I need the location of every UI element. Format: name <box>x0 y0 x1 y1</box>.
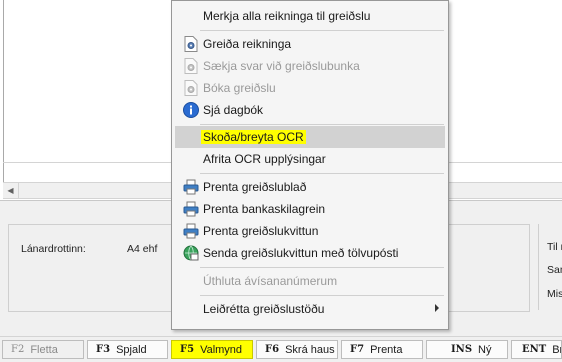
button-label: Fletta <box>30 343 58 356</box>
scroll-left-arrow-icon[interactable]: ◀ <box>3 183 19 198</box>
info-icon <box>183 102 199 118</box>
menu-item-label: Sækja svar við greiðslubunka <box>203 59 360 73</box>
key-label: F2 <box>11 344 25 355</box>
button-label: Valmynd <box>200 343 243 356</box>
menu-item-view-journal[interactable]: Sjá dagbók <box>175 99 445 121</box>
function-key-bar: F2 Fletta F3 Spjald F5 Valmynd F6 Skrá h… <box>0 336 562 362</box>
menu-item-assign-check-numbers[interactable]: Úthluta ávísananúmerum <box>175 270 445 292</box>
key-label: F6 <box>265 344 280 355</box>
key-label: INS <box>451 344 473 355</box>
menu-item-mark-all[interactable]: Merkja alla reikninga til greiðslu <box>175 5 445 27</box>
f3-spjald-button[interactable]: F3 Spjald <box>87 340 168 359</box>
button-label: Skrá haus <box>285 343 335 356</box>
ins-ny-button[interactable]: INS Ný <box>426 340 508 359</box>
menu-separator <box>200 295 444 296</box>
key-label: F7 <box>350 344 365 355</box>
menu-item-label: Merkja alla reikninga til greiðslu <box>203 9 371 23</box>
menu-item-correct-payment-status[interactable]: Leiðrétta greiðslustöðu <box>175 298 445 320</box>
button-label: Ný <box>478 343 492 356</box>
menu-item-print-payment-sheet[interactable]: Prenta greiðslublað <box>175 176 445 198</box>
summary-label-3: Mis <box>547 288 562 300</box>
menu-separator <box>200 267 444 268</box>
menu-item-label: Prenta greiðslublað <box>203 180 307 194</box>
grid-border <box>3 0 4 182</box>
key-label: ENT <box>522 344 547 355</box>
ent-button[interactable]: ENT Bre <box>511 340 562 359</box>
menu-item-label: Senda greiðslukvittun með tölvupósti <box>203 246 399 260</box>
summary-label-2: Sam <box>547 264 562 276</box>
summary-panel: Til r Sam Mis <box>538 224 562 310</box>
menu-item-email-receipt[interactable]: Senda greiðslukvittun með tölvupósti <box>175 242 445 264</box>
menu-item-label: Skoða/breyta OCR <box>201 130 306 144</box>
menu-item-label: Greiða reikninga <box>203 37 292 51</box>
menu-item-label: Sjá dagbók <box>203 103 264 117</box>
menu-item-label: Prenta greiðslukvittun <box>203 224 319 238</box>
creditor-value: A4 ehf <box>127 243 158 255</box>
f5-valmynd-button[interactable]: F5 Valmynd <box>171 340 253 359</box>
menu-item-label: Leiðrétta greiðslustöðu <box>203 302 325 316</box>
gear-page-icon <box>183 36 199 52</box>
key-label: F5 <box>180 344 195 355</box>
print-icon <box>183 179 199 195</box>
menu-item-fetch-response[interactable]: Sækja svar við greiðslubunka <box>175 55 445 77</box>
gear-page-icon <box>183 80 199 96</box>
menu-separator <box>200 124 444 125</box>
summary-label-1: Til r <box>547 241 562 253</box>
email-globe-icon <box>183 245 199 261</box>
menu-item-label: Bóka greiðslu <box>203 81 276 95</box>
menu-item-label: Úthluta ávísananúmerum <box>203 274 338 288</box>
print-icon <box>183 201 199 217</box>
menu-item-edit-ocr[interactable]: Skoða/breyta OCR <box>175 126 445 148</box>
button-label: Spjald <box>116 343 147 356</box>
print-icon <box>183 223 199 239</box>
button-label: Prenta <box>370 343 403 356</box>
menu-item-print-receipt[interactable]: Prenta greiðslukvittun <box>175 220 445 242</box>
gear-page-icon <box>183 58 199 74</box>
menu-item-copy-ocr[interactable]: Afrita OCR upplýsingar <box>175 148 445 170</box>
f7-prenta-button[interactable]: F7 Prenta <box>341 340 423 359</box>
menu-item-book-payment[interactable]: Bóka greiðslu <box>175 77 445 99</box>
f6-skra-haus-button[interactable]: F6 Skrá haus <box>256 340 338 359</box>
f2-fletta-button[interactable]: F2 Fletta <box>2 340 84 359</box>
button-label: Bre <box>552 343 561 356</box>
menu-separator <box>200 30 444 31</box>
menu-item-pay-invoices[interactable]: Greiða reikninga <box>175 33 445 55</box>
menu-separator <box>200 173 444 174</box>
key-label: F3 <box>96 344 111 355</box>
menu-item-print-bank-statement[interactable]: Prenta bankaskilagrein <box>175 198 445 220</box>
menu-item-label: Afrita OCR upplýsingar <box>203 152 326 166</box>
menu-item-label: Prenta bankaskilagrein <box>203 202 326 216</box>
creditor-label: Lánardrottinn: <box>21 243 86 255</box>
submenu-arrow-icon <box>435 304 439 312</box>
context-menu: Merkja alla reikninga til greiðslu Greið… <box>171 0 449 330</box>
